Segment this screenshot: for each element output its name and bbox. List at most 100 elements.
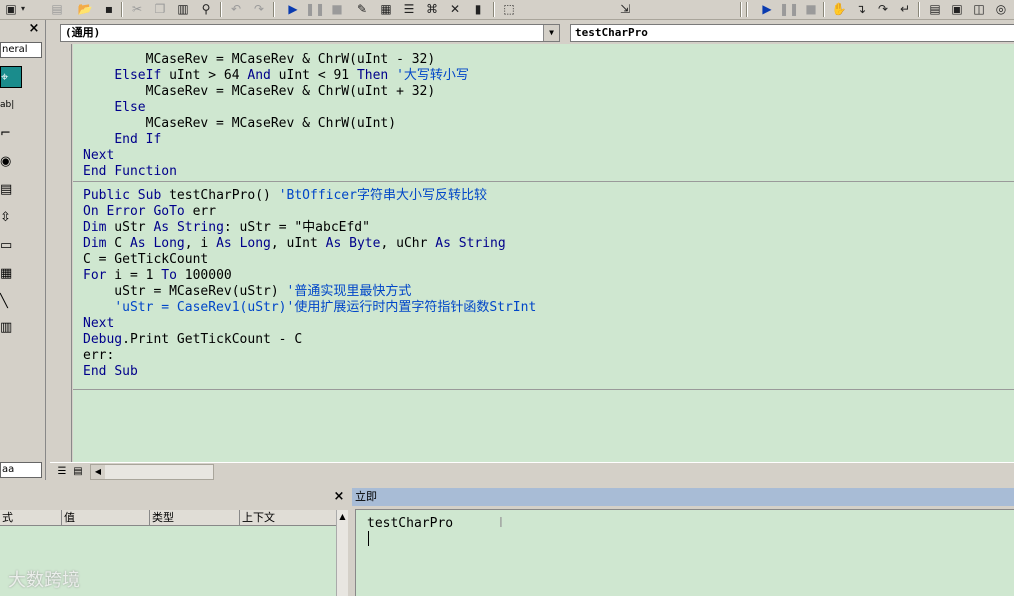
redo-icon[interactable]: ↷ bbox=[250, 0, 268, 18]
watermark: 大数跨境 bbox=[8, 570, 80, 591]
toolbox-panel: × neral ⌖ ab| ⌐ ◉ ▤ ⇳ ▭ ▦ ╲ ▥ aa bbox=[0, 20, 46, 480]
code-line[interactable]: Public Sub testCharPro() 'BtOfficer字符串大小… bbox=[83, 188, 487, 204]
image-tool-icon[interactable]: ▦ bbox=[0, 262, 22, 284]
code-line[interactable]: End Sub bbox=[83, 364, 138, 380]
toolbox-tab-general[interactable]: neral bbox=[0, 42, 42, 58]
chevron-down-icon[interactable]: ▼ bbox=[543, 25, 559, 41]
toolbox-icon[interactable]: ✕ bbox=[446, 0, 464, 18]
procedure-combo[interactable]: testCharPro bbox=[570, 24, 1014, 42]
break-icon[interactable]: ❚❚ bbox=[305, 0, 325, 18]
horizontal-scrollbar[interactable]: ◀ bbox=[90, 464, 214, 480]
immediate-title: 立即 bbox=[352, 488, 1014, 506]
code-line[interactable]: MCaseRev = MCaseRev & ChrW(uInt - 32) bbox=[83, 52, 436, 68]
code-line[interactable]: MCaseRev = MCaseRev & ChrW(uInt) bbox=[83, 116, 396, 132]
locals-header: 式 值 类型 上下文 bbox=[0, 510, 336, 526]
listbox-tool-icon[interactable]: ▤ bbox=[0, 178, 22, 200]
debug-break-icon[interactable]: ❚❚ bbox=[779, 0, 799, 18]
properties-icon[interactable]: ☰ bbox=[400, 0, 418, 18]
code-line[interactable]: Next bbox=[83, 148, 114, 164]
code-line[interactable]: MCaseRev = MCaseRev & ChrW(uInt + 32) bbox=[83, 84, 436, 100]
new-module-icon[interactable]: ▤ bbox=[48, 0, 66, 18]
column-value[interactable]: 值 bbox=[62, 510, 150, 526]
locals-list[interactable]: 大数跨境 bbox=[0, 526, 336, 596]
object-browser-icon[interactable]: ⌘ bbox=[423, 0, 441, 18]
ibeam-cursor-icon: I bbox=[499, 516, 503, 531]
code-window: (通用) ▼ testCharPro MCaseRev = MCaseRev &… bbox=[50, 20, 1014, 480]
object-combo-value: (通用) bbox=[65, 26, 101, 39]
code-line[interactable]: On Error GoTo err bbox=[83, 204, 216, 220]
save-icon[interactable]: ▪ bbox=[100, 0, 118, 18]
design-mode-icon[interactable]: ✎ bbox=[353, 0, 371, 18]
multipage-tool-icon[interactable]: ▥ bbox=[0, 316, 22, 338]
undo-icon[interactable]: ↶ bbox=[227, 0, 245, 18]
select-icon[interactable]: ⬚ bbox=[500, 0, 518, 18]
copy-icon[interactable]: ❐ bbox=[151, 0, 169, 18]
quick-watch-icon[interactable]: ◎ bbox=[992, 0, 1010, 18]
step-over-icon[interactable]: ↷ bbox=[874, 0, 892, 18]
locals-close-icon[interactable]: × bbox=[332, 490, 346, 504]
label-tool-icon[interactable]: ab| bbox=[0, 94, 22, 116]
reset-icon[interactable]: ■ bbox=[328, 0, 346, 18]
spin-tool-icon[interactable]: ⇳ bbox=[0, 206, 22, 228]
debug-run-icon[interactable]: ▶ bbox=[758, 0, 776, 18]
column-expression[interactable]: 式 bbox=[0, 510, 62, 526]
indent-icon[interactable]: ⇲ bbox=[616, 0, 634, 18]
procedure-separator bbox=[73, 389, 1014, 390]
immediate-window: 立即 testCharPro I bbox=[352, 488, 1014, 596]
code-editor[interactable]: MCaseRev = MCaseRev & ChrW(uInt - 32) El… bbox=[73, 44, 1014, 462]
button-tool-icon[interactable]: ▭ bbox=[0, 234, 22, 256]
procedure-separator bbox=[73, 181, 1014, 182]
code-margin[interactable] bbox=[50, 44, 72, 462]
code-line[interactable]: Else bbox=[83, 100, 145, 116]
scroll-left-icon[interactable]: ◀ bbox=[91, 465, 105, 479]
step-into-icon[interactable]: ↴ bbox=[852, 0, 870, 18]
code-line[interactable]: 'uStr = CaseRev1(uStr)'使用扩展运行时内置字符指针函数St… bbox=[83, 300, 536, 316]
code-line[interactable]: ElseIf uInt > 64 And uInt < 91 Then '大写转… bbox=[83, 68, 469, 84]
dropdown-icon[interactable]: ▾ bbox=[18, 0, 28, 18]
code-line[interactable]: End If bbox=[83, 132, 161, 148]
toolbox-bottom-tab[interactable]: aa bbox=[0, 462, 42, 478]
option-button-tool-icon[interactable]: ◉ bbox=[0, 150, 22, 172]
view-bar: ☰ ▤ ◀ bbox=[50, 462, 1014, 480]
step-out-icon[interactable]: ↵ bbox=[896, 0, 914, 18]
full-module-view-icon[interactable]: ▤ bbox=[70, 464, 86, 479]
splitter[interactable] bbox=[0, 480, 1014, 488]
debug-reset-icon[interactable]: ■ bbox=[802, 0, 820, 18]
immediate-window-icon[interactable]: ▣ bbox=[948, 0, 966, 18]
project-explorer-icon[interactable]: ▦ bbox=[377, 0, 395, 18]
code-line[interactable]: End Function bbox=[83, 164, 177, 180]
pointer-tool-icon[interactable]: ⌖ bbox=[0, 66, 22, 88]
object-combo[interactable]: (通用) ▼ bbox=[60, 24, 560, 42]
open-icon[interactable]: 📂 bbox=[76, 0, 94, 18]
watch-window-icon[interactable]: ◫ bbox=[970, 0, 988, 18]
line-tool-icon[interactable]: ╲ bbox=[0, 290, 22, 312]
column-context[interactable]: 上下文 bbox=[240, 510, 336, 526]
frame-tool-icon[interactable]: ⌐ bbox=[0, 122, 22, 144]
paste-icon[interactable]: ▥ bbox=[174, 0, 192, 18]
code-line[interactable]: Debug.Print GetTickCount - C bbox=[83, 332, 302, 348]
locals-window: × 式 值 类型 上下文 大数跨境 ▲ bbox=[0, 488, 348, 596]
run-icon[interactable]: ▶ bbox=[284, 0, 302, 18]
code-line[interactable]: C = GetTickCount bbox=[83, 252, 208, 268]
procedure-combo-value: testCharPro bbox=[575, 26, 648, 39]
code-line[interactable]: For i = 1 To 100000 bbox=[83, 268, 232, 284]
toggle-breakpoint-icon[interactable]: ✋ bbox=[830, 0, 848, 18]
find-icon[interactable]: ⚲ bbox=[197, 0, 215, 18]
cut-icon[interactable]: ✂ bbox=[128, 0, 146, 18]
code-line[interactable]: Next bbox=[83, 316, 114, 332]
toolbox-close-icon[interactable]: × bbox=[27, 22, 41, 36]
code-line[interactable]: err: bbox=[83, 348, 114, 364]
vertical-scrollbar[interactable]: ▲ bbox=[336, 510, 348, 596]
code-line[interactable]: Dim C As Long, i As Long, uInt As Byte, … bbox=[83, 236, 506, 252]
help-icon[interactable]: ▮ bbox=[469, 0, 487, 18]
locals-window-icon[interactable]: ▤ bbox=[926, 0, 944, 18]
code-line[interactable]: Dim uStr As String: uStr = "中abcEfd" bbox=[83, 220, 370, 236]
column-type[interactable]: 类型 bbox=[150, 510, 240, 526]
text-caret bbox=[368, 531, 369, 546]
toolbar: ▣ ▾ ▤ 📂 ▪ ✂ ❐ ▥ ⚲ ↶ ↷ ▶ ❚❚ ■ ✎ ▦ ☰ ⌘ ✕ ▮… bbox=[0, 0, 1014, 20]
vba-editor: ▣ ▾ ▤ 📂 ▪ ✂ ❐ ▥ ⚲ ↶ ↷ ▶ ❚❚ ■ ✎ ▦ ☰ ⌘ ✕ ▮… bbox=[0, 0, 1014, 596]
code-line[interactable]: uStr = MCaseRev(uStr) '普通实现里最快方式 bbox=[83, 284, 411, 300]
immediate-editor[interactable]: testCharPro I bbox=[355, 509, 1014, 596]
immediate-line: testCharPro bbox=[367, 516, 454, 531]
procedure-view-icon[interactable]: ☰ bbox=[54, 464, 70, 479]
